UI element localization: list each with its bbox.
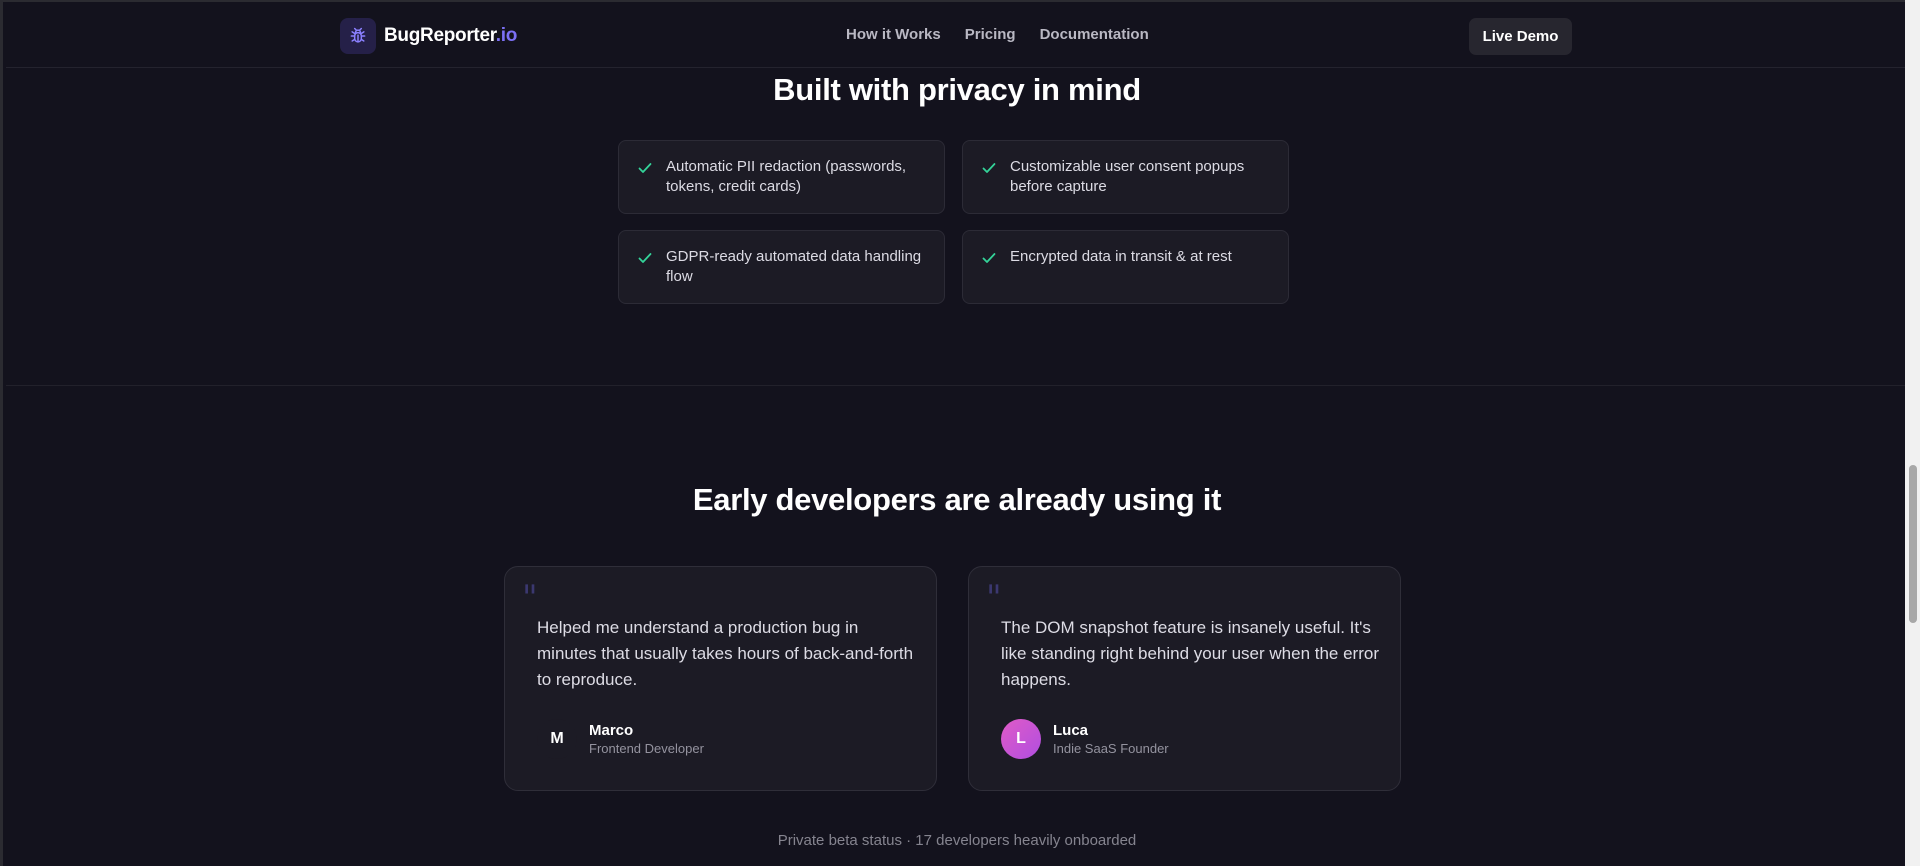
top-nav: BugReporter.io How it Works Pricing Docu… bbox=[6, 4, 1908, 68]
testimonial-quote: Helped me understand a production bug in… bbox=[537, 618, 914, 689]
feature-card: GDPR-ready automated data handling flow bbox=[618, 230, 945, 304]
nav-link-documentation[interactable]: Documentation bbox=[1040, 26, 1149, 43]
testimonial-quote: The DOM snapshot feature is insanely use… bbox=[1001, 618, 1379, 689]
page: BugReporter.io How it Works Pricing Docu… bbox=[0, 0, 1908, 866]
quote-icon: " bbox=[986, 578, 1002, 618]
author-role: Frontend Developer bbox=[589, 741, 704, 756]
feature-card: Encrypted data in transit & at rest bbox=[962, 230, 1289, 304]
testimonials-title: Early developers are already using it bbox=[692, 482, 1222, 517]
avatar: M bbox=[537, 719, 577, 759]
nav-link-how-it-works[interactable]: How it Works bbox=[846, 26, 941, 43]
nav-links: How it Works Pricing Documentation bbox=[846, 26, 1149, 43]
author-name: Luca bbox=[1053, 722, 1089, 739]
check-icon bbox=[982, 163, 996, 173]
feature-text: Automatic PII redaction (passwords, toke… bbox=[666, 158, 907, 195]
feature-text: Encrypted data in transit & at rest bbox=[1010, 248, 1232, 265]
logo-text: BugReporter.io bbox=[384, 25, 517, 47]
testimonial-card: " Helped me understand a production bug … bbox=[504, 566, 937, 791]
check-icon bbox=[638, 163, 652, 173]
logo-name: BugReporter bbox=[384, 25, 496, 46]
privacy-title: Built with privacy in mind bbox=[773, 72, 1141, 107]
testimonial-author: L Luca Indie SaaS Founder bbox=[1001, 719, 1169, 759]
feature-text: Customizable user consent popups before … bbox=[1010, 158, 1245, 195]
check-icon bbox=[638, 253, 652, 263]
feature-card: Automatic PII redaction (passwords, toke… bbox=[618, 140, 945, 214]
logo-tld: .io bbox=[495, 25, 518, 46]
nav-link-pricing[interactable]: Pricing bbox=[965, 26, 1016, 43]
logo[interactable]: BugReporter.io bbox=[340, 18, 517, 54]
author-name: Marco bbox=[589, 722, 634, 739]
author-info: Luca Indie SaaS Founder bbox=[1053, 721, 1169, 757]
scrollbar-thumb[interactable] bbox=[1909, 465, 1917, 623]
check-icon bbox=[982, 253, 996, 263]
live-demo-button[interactable]: Live Demo bbox=[1469, 18, 1572, 55]
beta-status: Private beta status · 17 developers heav… bbox=[777, 832, 1137, 849]
avatar: L bbox=[1001, 719, 1041, 759]
author-info: Marco Frontend Developer bbox=[589, 721, 704, 757]
feature-text: GDPR-ready automated data handling flow bbox=[666, 248, 922, 285]
scrollbar[interactable] bbox=[1905, 0, 1920, 866]
testimonial-card: " The DOM snapshot feature is insanely u… bbox=[968, 566, 1401, 791]
author-role: Indie SaaS Founder bbox=[1053, 741, 1169, 756]
feature-card: Customizable user consent popups before … bbox=[962, 140, 1289, 214]
bug-icon bbox=[340, 18, 376, 54]
quote-icon: " bbox=[522, 578, 538, 618]
section-divider bbox=[6, 385, 1908, 386]
testimonial-author: M Marco Frontend Developer bbox=[537, 719, 704, 759]
